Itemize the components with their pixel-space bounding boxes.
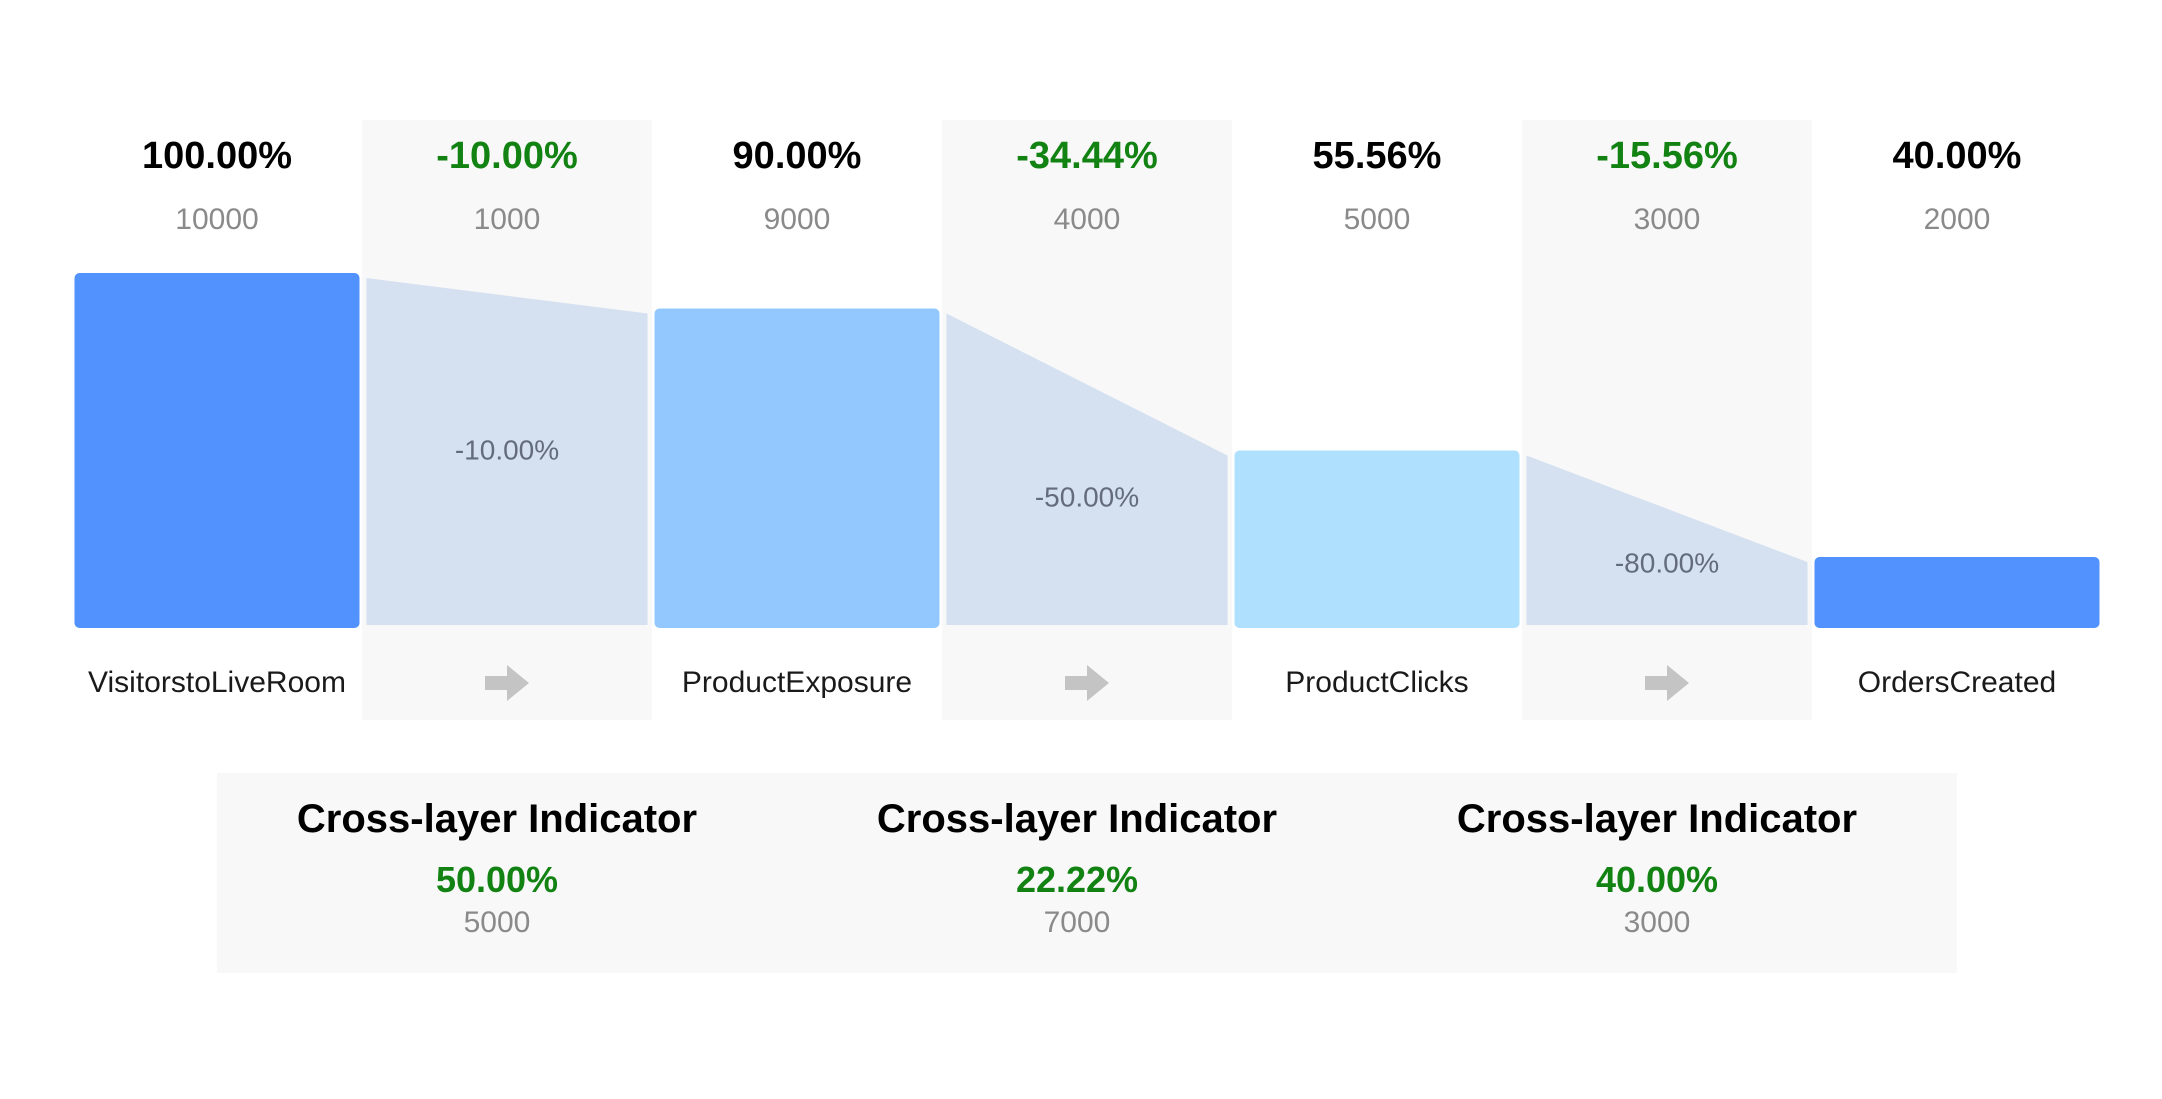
cross-layer-value: 7000 [1044,906,1111,939]
stage-value-label: 9000 [764,203,831,236]
funnel-bar-3 [1234,450,1520,628]
cross-layer-percent: 50.00% [436,859,558,900]
conversion-rate-label: -10.00% [455,434,559,465]
stage-category-label: OrdersCreated [1858,666,2056,699]
cross-layer-percent: 40.00% [1596,859,1718,900]
cross-layer-title: Cross-layer Indicator [877,797,1277,841]
stage-category-label: ProductClicks [1285,666,1468,699]
change-value-label: 4000 [1054,203,1121,236]
change-percent-label: -10.00% [436,135,578,177]
stage-percent-label: 90.00% [733,135,862,177]
conversion-rate-label: -80.00% [1615,547,1719,578]
change-percent-label: -34.44% [1016,135,1158,177]
change-value-label: 1000 [474,203,541,236]
cross-layer-value: 3000 [1624,906,1691,939]
funnel-bar-4 [1814,557,2100,628]
cross-layer-percent: 22.22% [1016,859,1138,900]
cross-layer-title: Cross-layer Indicator [1457,797,1857,841]
stage-value-label: 2000 [1924,203,1991,236]
stage-category-label: VisitorstoLiveRoom [88,666,346,699]
stage-percent-label: 40.00% [1893,135,2022,177]
stage-percent-label: 55.56% [1313,135,1442,177]
stage-value-label: 5000 [1344,203,1411,236]
funnel-bar-2 [654,308,940,628]
conversion-rate-label: -50.00% [1035,482,1139,513]
stage-category-label: ProductExposure [682,666,912,699]
change-percent-label: -15.56% [1596,135,1738,177]
funnel-chart: -10.00% -50.00% -80.00% 100.00% 10000 Visitor… [74,120,2100,973]
stage-value-label: 10000 [175,203,258,236]
change-value-label: 3000 [1634,203,1701,236]
cross-layer-title: Cross-layer Indicator [297,797,697,841]
funnel-bar-1 [74,273,360,628]
cross-layer-value: 5000 [464,906,531,939]
stage-percent-label: 100.00% [142,135,292,177]
